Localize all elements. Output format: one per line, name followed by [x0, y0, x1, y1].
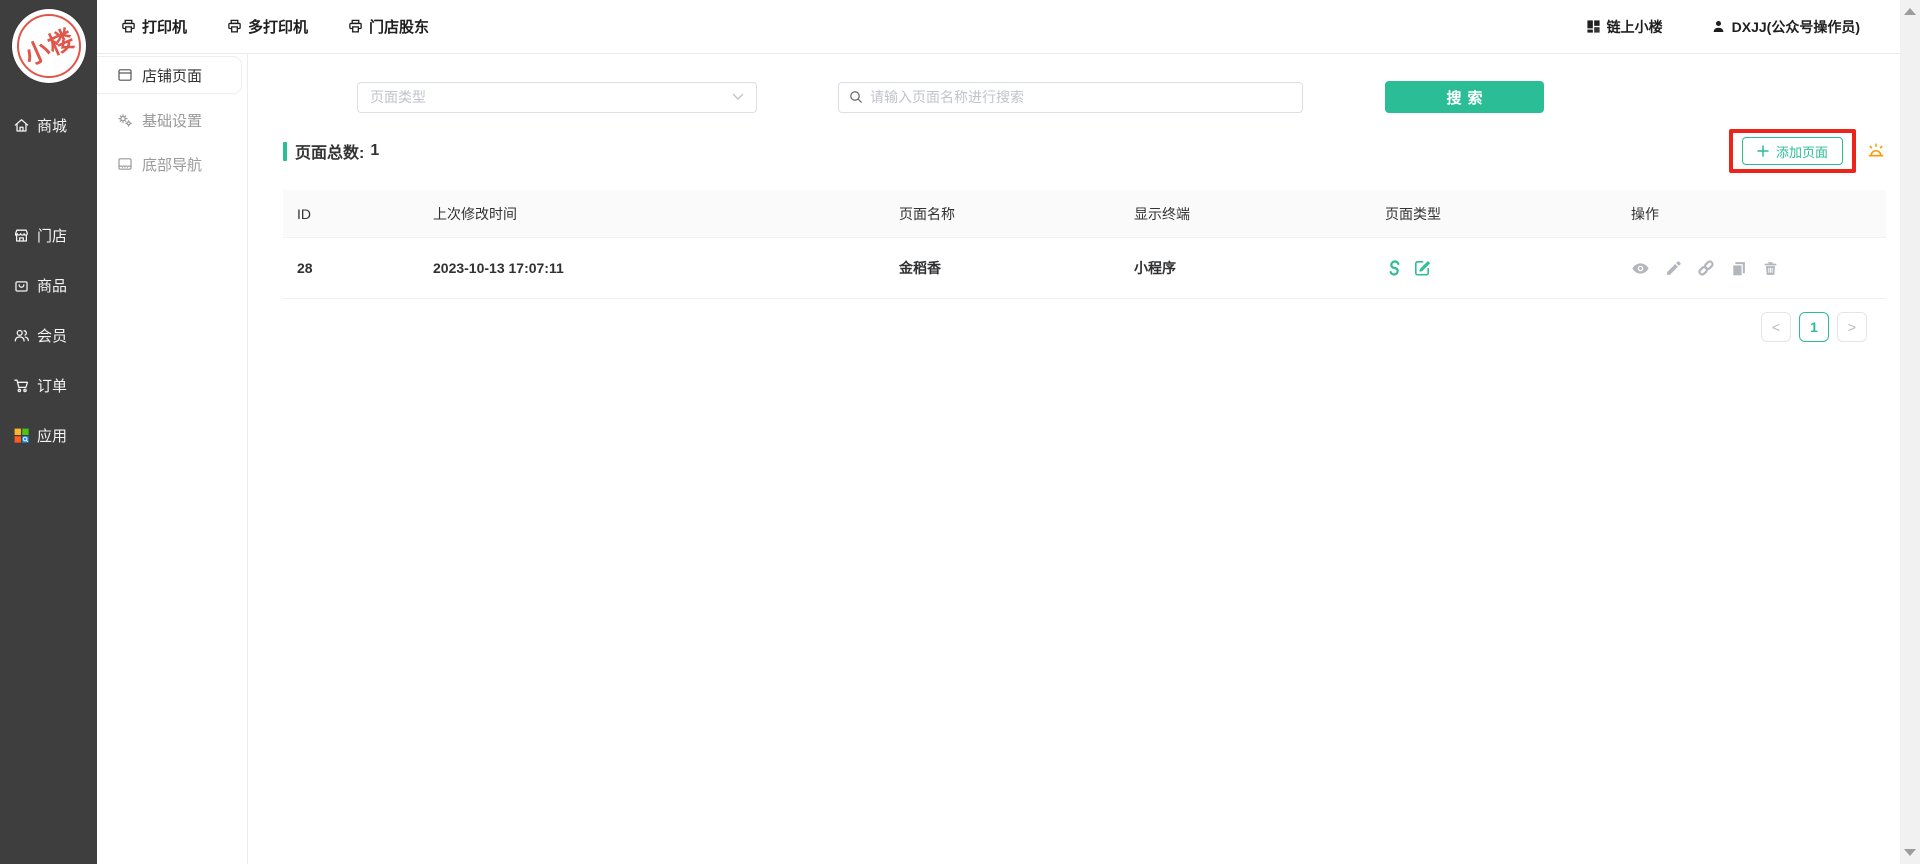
brand-logo[interactable]: 小楼 [0, 0, 97, 100]
col-header-terminal: 显示终端 [1120, 204, 1371, 224]
page-type-placeholder: 页面类型 [370, 87, 426, 107]
home-icon [13, 117, 30, 134]
table-row: 28 2023-10-13 17:07:11 金稻香 小程序 [283, 238, 1886, 299]
filter-row: 页面类型 搜索 [357, 81, 1886, 113]
printer-icon [121, 19, 136, 34]
sidebar-item-stores[interactable]: 门店 [0, 210, 97, 260]
copy-icon[interactable] [1730, 260, 1747, 277]
submenu-item-bottom-nav[interactable]: 底部导航 [97, 142, 247, 186]
sidebar-item-orders[interactable]: 订单 [0, 360, 97, 410]
summary-row: 页面总数: 1 添加页面 [283, 129, 1886, 173]
goods-bag-icon [13, 277, 30, 294]
search-button[interactable]: 搜索 [1385, 81, 1544, 113]
submenu-item-shop-pages[interactable]: 店铺页面 [97, 56, 242, 94]
submenu-item-label: 基础设置 [142, 110, 202, 131]
apps-grid-icon [13, 427, 30, 444]
page-1-button[interactable]: 1 [1799, 312, 1829, 342]
plus-icon [1757, 145, 1769, 157]
cell-actions [1617, 259, 1886, 278]
sidebar-item-mall[interactable]: 商城 [0, 100, 97, 150]
user-name: DXJJ(公众号操作员) [1732, 17, 1860, 37]
topnav-item-label: 打印机 [142, 16, 187, 37]
sidebar-item-goods[interactable]: 商品 [0, 260, 97, 310]
add-page-button[interactable]: 添加页面 [1742, 137, 1843, 165]
add-page-label: 添加页面 [1776, 142, 1828, 161]
secondary-sidebar: 店铺页面 基础设置 底部导航 [97, 54, 248, 864]
sidebar-item-members[interactable]: 会员 [0, 310, 97, 360]
store-name: 链上小楼 [1607, 17, 1663, 37]
next-page-button[interactable]: > [1837, 312, 1867, 342]
summary-count: 1 [370, 142, 379, 160]
sidebar-item-label: 门店 [37, 225, 67, 246]
sidebar-item-label: 订单 [37, 375, 67, 396]
chevron-down-icon [732, 93, 744, 101]
topnav-item-shareholder[interactable]: 门店股东 [348, 16, 429, 37]
preview-eye-icon[interactable] [1631, 259, 1650, 278]
cell-page-type [1371, 259, 1617, 278]
cell-id: 28 [283, 260, 419, 276]
bottom-nav-icon [117, 156, 133, 172]
primary-nav: 商城 门店 商品 会员 [0, 100, 97, 460]
col-header-id: ID [283, 206, 419, 222]
col-header-name: 页面名称 [885, 204, 1120, 224]
storefront-icon [13, 227, 30, 244]
vertical-scrollbar[interactable] [1900, 0, 1920, 864]
col-header-type: 页面类型 [1371, 204, 1617, 224]
edit-pencil-icon[interactable] [1665, 260, 1682, 277]
submenu-item-basic-settings[interactable]: 基础设置 [97, 98, 247, 142]
page-type-select[interactable]: 页面类型 [357, 82, 757, 113]
sidebar-item-apps[interactable]: 应用 [0, 410, 97, 460]
search-icon [849, 90, 863, 104]
sidebar-item-label: 商城 [37, 115, 67, 136]
scroll-up-icon[interactable] [1904, 8, 1916, 15]
cart-icon [13, 377, 30, 394]
submenu-item-label: 底部导航 [142, 154, 202, 175]
scroll-down-icon[interactable] [1904, 849, 1916, 856]
printer-icon [348, 19, 363, 34]
browser-window-icon [117, 67, 133, 83]
user-menu[interactable]: DXJJ(公众号操作员) [1711, 17, 1860, 37]
sidebar-item-label: 商品 [37, 275, 67, 296]
page-total-summary: 页面总数: 1 [283, 139, 379, 163]
summary-label: 页面总数: [295, 139, 364, 163]
main-content: 页面类型 搜索 [248, 54, 1920, 864]
cell-name: 金稻香 [885, 258, 1120, 278]
topnav-item-multi-printer[interactable]: 多打印机 [227, 16, 308, 37]
submenu-item-label: 店铺页面 [142, 65, 202, 86]
printer-icon [227, 19, 242, 34]
topnav-item-label: 门店股东 [369, 16, 429, 37]
logo-text: 小楼 [0, 0, 97, 95]
add-page-area: 添加页面 [1729, 129, 1886, 173]
col-header-actions: 操作 [1617, 204, 1886, 224]
edit-square-icon[interactable] [1413, 259, 1431, 277]
sidebar-item-label: 应用 [37, 425, 67, 446]
search-input[interactable] [870, 89, 1292, 105]
app-window: 小楼 商城 门店 商品 [0, 0, 1920, 864]
topnav-item-printer[interactable]: 打印机 [121, 16, 187, 37]
blocks-icon [1586, 19, 1601, 34]
sidebar-item-label: 会员 [37, 325, 67, 346]
link-icon[interactable] [1697, 259, 1715, 277]
store-switcher[interactable]: 链上小楼 [1586, 17, 1663, 37]
col-header-updated: 上次修改时间 [419, 204, 885, 224]
primary-sidebar: 小楼 商城 门店 商品 [0, 0, 97, 864]
logo-stamp-icon: 小楼 [12, 9, 86, 83]
topnav-item-label: 多打印机 [248, 16, 308, 37]
gears-icon [117, 112, 133, 128]
cell-terminal: 小程序 [1120, 258, 1371, 278]
table-header-row: ID 上次修改时间 页面名称 显示终端 页面类型 操作 [283, 190, 1886, 238]
members-icon [13, 327, 30, 344]
accent-bar [283, 142, 287, 161]
user-icon [1711, 19, 1726, 34]
miniprogram-icon[interactable] [1385, 259, 1404, 278]
pages-table: ID 上次修改时间 页面名称 显示终端 页面类型 操作 28 2023-10-1… [283, 190, 1886, 299]
alarm-icon[interactable] [1866, 141, 1886, 161]
delete-trash-icon[interactable] [1762, 260, 1779, 277]
topbar: 打印机 多打印机 门店股东 链上小楼 [97, 0, 1920, 54]
annotation-red-box: 添加页面 [1729, 129, 1856, 173]
pagination: < 1 > [283, 312, 1886, 342]
cell-updated: 2023-10-13 17:07:11 [419, 260, 885, 276]
prev-page-button[interactable]: < [1761, 312, 1791, 342]
page-name-search[interactable] [838, 82, 1303, 113]
